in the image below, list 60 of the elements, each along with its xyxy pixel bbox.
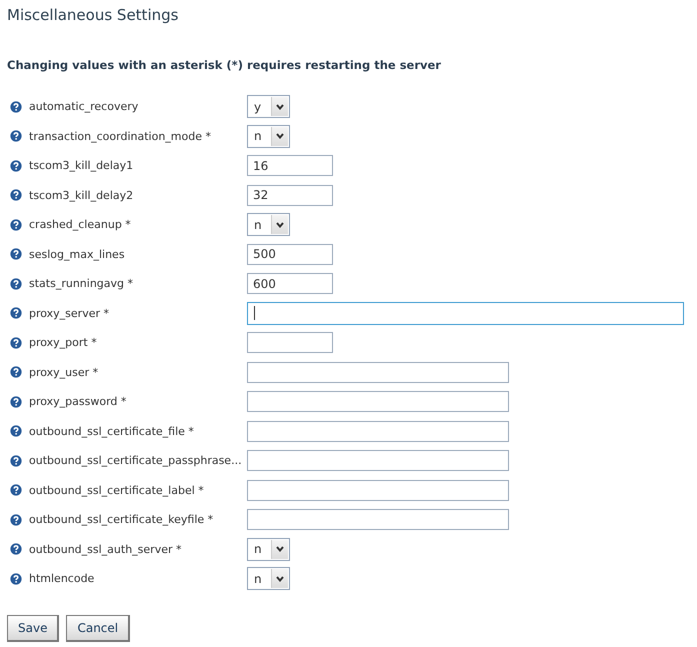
chevron-down-icon [276, 546, 284, 552]
save-button[interactable]: Save [7, 615, 60, 642]
chevron-down-icon [276, 222, 284, 228]
help-icon[interactable] [10, 189, 22, 201]
input-field[interactable] [247, 480, 509, 500]
setting-label: crashed_cleanup * [29, 218, 132, 231]
setting-label: proxy_port * [29, 336, 98, 349]
page-title: Miscellaneous Settings [7, 6, 180, 26]
restart-notice: Changing values with an asterisk (*) requires restarting the server [7, 58, 442, 72]
help-icon[interactable] [10, 484, 22, 496]
help-icon[interactable] [10, 366, 22, 378]
cancel-button[interactable]: Cancel [66, 615, 130, 642]
setting-label: htmlencode [29, 572, 96, 585]
help-icon[interactable] [10, 572, 22, 584]
dropdown[interactable]: y [247, 95, 290, 118]
setting-label: proxy_password * [29, 395, 128, 408]
setting-label: proxy_server * [29, 306, 110, 320]
setting-label: stats_runningavg * [29, 277, 134, 290]
dropdown[interactable]: n [247, 538, 290, 560]
help-icon[interactable] [10, 454, 22, 466]
help-icon[interactable] [10, 218, 22, 230]
help-icon[interactable] [10, 336, 22, 348]
input-field[interactable]: 600 [247, 273, 333, 294]
help-icon[interactable] [10, 425, 22, 437]
input-field[interactable]: 32 [247, 184, 333, 206]
setting-label: outbound_ssl_certificate_label * [29, 484, 205, 496]
help-icon[interactable] [10, 396, 22, 408]
chevron-down-icon [276, 133, 284, 139]
setting-label: seslog_max_lines [29, 248, 126, 260]
help-icon[interactable] [10, 307, 22, 319]
help-icon[interactable] [10, 160, 22, 172]
input-field[interactable] [247, 332, 333, 353]
chevron-down-icon [276, 576, 284, 582]
help-icon[interactable] [10, 100, 22, 112]
setting-label: tscom3_kill_delay1 [29, 159, 134, 172]
input-field[interactable] [247, 391, 509, 412]
help-icon[interactable] [10, 130, 22, 142]
setting-label: outbound_ssl_auth_server * [29, 542, 182, 556]
dropdown[interactable]: n [247, 124, 290, 148]
setting-label: outbound_ssl_certificate_passphrase... [29, 454, 243, 467]
help-icon[interactable] [10, 248, 22, 260]
input-field[interactable]: 16 [247, 155, 333, 176]
input-field[interactable] [247, 450, 509, 471]
input-field[interactable] [247, 420, 509, 442]
setting-label: outbound_ssl_certificate_file * [29, 424, 195, 438]
input-field[interactable] [247, 509, 509, 530]
setting-label: automatic_recovery [29, 100, 140, 113]
input-field[interactable]: 500 [247, 244, 333, 264]
chevron-down-icon [276, 104, 284, 110]
input-field[interactable] [247, 362, 509, 382]
input-field[interactable] [247, 302, 684, 324]
setting-label: proxy_user * [29, 366, 100, 378]
help-icon[interactable] [10, 514, 22, 526]
setting-label: outbound_ssl_certificate_keyfile * [29, 513, 214, 526]
help-icon[interactable] [10, 278, 22, 290]
dropdown[interactable]: n [247, 213, 290, 236]
setting-label: transaction_coordination_mode * [29, 130, 212, 142]
help-icon[interactable] [10, 543, 22, 555]
dropdown[interactable]: n [247, 567, 290, 590]
setting-label: tscom3_kill_delay2 [29, 188, 134, 202]
